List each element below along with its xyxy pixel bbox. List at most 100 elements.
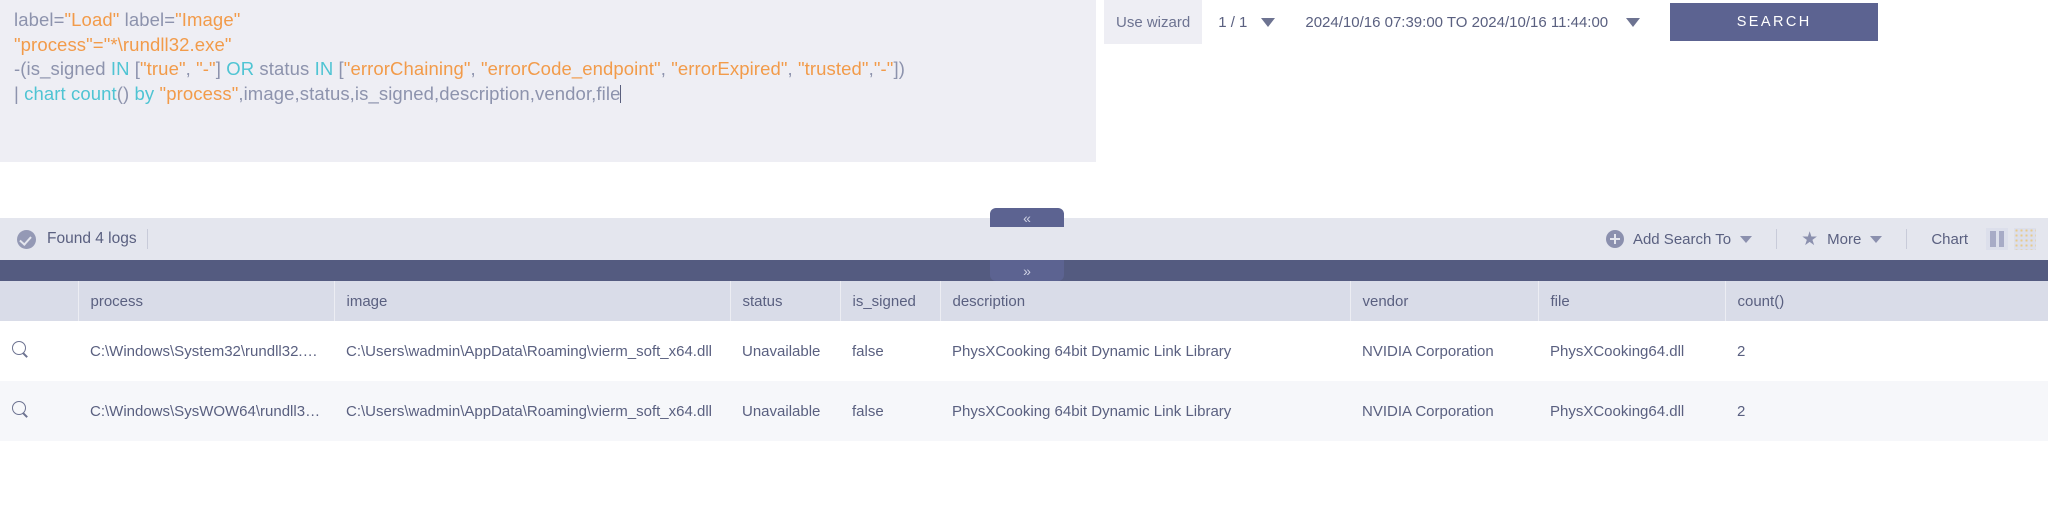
- time-range-selector[interactable]: 2024/10/16 07:39:00 TO 2024/10/16 11:44:…: [1291, 0, 1654, 44]
- row-inspect-cell[interactable]: [0, 321, 78, 381]
- scatter-view-button[interactable]: [2014, 228, 2036, 250]
- query-token: ,image,status,is_signed,description,vend…: [238, 82, 621, 104]
- query-token: "errorChaining": [343, 58, 471, 79]
- collapse-query-panel-button[interactable]: «: [990, 208, 1064, 227]
- query-token: [: [129, 58, 141, 79]
- query-token: [: [333, 58, 344, 79]
- toolbar-divider: [1906, 229, 1908, 249]
- chart-label: Chart: [1931, 230, 1968, 248]
- column-header-vendor[interactable]: vendor: [1350, 281, 1539, 321]
- query-line-3: -(is_signed IN ["true", "-"] OR status I…: [14, 57, 1082, 82]
- query-token: ]: [215, 58, 227, 79]
- cell-status: Unavailable: [730, 321, 840, 381]
- cell-image: C:\Users\wadmin\AppData\Roaming\vierm_so…: [334, 381, 730, 441]
- cell-file: PhysXCooking64.dll: [1538, 321, 1725, 381]
- cell-process: C:\Windows\System32\rundll32.exe: [78, 321, 334, 381]
- query-line-2: "process"="*\rundll32.exe": [14, 33, 1082, 58]
- chevron-down-icon: [1740, 235, 1753, 243]
- query-token: IN: [110, 58, 130, 79]
- results-table-body: C:\Windows\System32\rundll32.exe C:\User…: [0, 321, 2048, 441]
- table-header-row: process image status is_signed descripti…: [0, 281, 2048, 321]
- query-token: "errorExpired": [671, 58, 788, 79]
- table-row[interactable]: C:\Windows\System32\rundll32.exe C:\User…: [0, 321, 2048, 381]
- query-line-1: label="Load" label="Image": [14, 8, 1082, 33]
- results-toolbar-actions: Add Search To ★ More Chart: [1592, 218, 2048, 260]
- column-header-process[interactable]: process: [78, 281, 335, 321]
- cell-is-signed: false: [840, 381, 940, 441]
- cell-is-signed: false: [840, 321, 940, 381]
- query-token: "Load": [64, 9, 120, 30]
- query-token: "trusted": [798, 58, 869, 79]
- column-header-image[interactable]: image: [334, 281, 731, 321]
- cell-image: C:\Users\wadmin\AppData\Roaming\vierm_so…: [334, 321, 730, 381]
- query-token: label=: [119, 9, 176, 30]
- query-editor[interactable]: label="Load" label="Image" "process"="*\…: [0, 0, 1096, 162]
- query-token: |: [14, 82, 25, 104]
- query-token: "true": [140, 58, 186, 79]
- query-line-4: | chart count() by "process",image,statu…: [14, 82, 1082, 107]
- search-button[interactable]: SEARCH: [1670, 3, 1879, 41]
- query-token: (): [116, 82, 135, 104]
- results-status: Found 4 logs: [17, 229, 137, 249]
- query-token: chart count: [24, 82, 117, 104]
- query-token: ,: [185, 58, 197, 79]
- chevron-up-icon: «: [1023, 209, 1031, 226]
- toolbar-divider: [146, 229, 148, 249]
- search-icon[interactable]: [12, 340, 29, 358]
- query-token: OR: [226, 58, 255, 79]
- query-controls: Use wizard 1 / 1 2024/10/16 07:39:00 TO …: [1096, 0, 2048, 44]
- add-search-to-label: Add Search To: [1632, 230, 1732, 248]
- check-circle-icon: [17, 229, 36, 249]
- column-header-status[interactable]: status: [730, 281, 841, 321]
- query-token: "process"=: [14, 33, 104, 55]
- chevron-down-icon: [1261, 17, 1276, 27]
- query-token: "process": [159, 82, 239, 104]
- query-token: ]): [893, 58, 905, 79]
- cell-count: 2: [1725, 321, 2048, 381]
- cell-description: PhysXCooking 64bit Dynamic Link Library: [940, 381, 1350, 441]
- table-row[interactable]: C:\Windows\SysWOW64\rundll32.exe C:\User…: [0, 381, 2048, 441]
- query-token: label=: [14, 9, 65, 30]
- toolbar-divider: [1776, 229, 1778, 249]
- panel-divider-strip: »: [0, 260, 2048, 281]
- search-icon[interactable]: [12, 400, 29, 418]
- column-header-is-signed[interactable]: is_signed: [840, 281, 941, 321]
- column-header-count[interactable]: count(): [1725, 281, 2048, 321]
- add-search-to-button[interactable]: Add Search To: [1592, 230, 1766, 248]
- use-wizard-button[interactable]: Use wizard: [1104, 0, 1203, 44]
- page-selector[interactable]: 1 / 1: [1202, 0, 1291, 44]
- more-button[interactable]: ★ More: [1787, 230, 1896, 249]
- query-section: label="Load" label="Image" "process"="*\…: [0, 0, 2048, 227]
- query-token: IN: [314, 58, 334, 79]
- query-token: by: [134, 82, 155, 104]
- cell-count: 2: [1725, 381, 2048, 441]
- query-token: "Image": [175, 9, 241, 30]
- query-token: "-": [196, 58, 216, 79]
- star-icon: ★: [1801, 228, 1819, 250]
- query-token: status: [254, 58, 315, 79]
- column-header-actions[interactable]: [0, 281, 79, 321]
- chevron-down-icon: [1870, 235, 1883, 243]
- cell-file: PhysXCooking64.dll: [1538, 381, 1725, 441]
- cell-description: PhysXCooking 64bit Dynamic Link Library: [940, 321, 1350, 381]
- results-status-label: Found 4 logs: [47, 230, 137, 247]
- cell-status: Unavailable: [730, 381, 840, 441]
- chevron-down-icon: [1626, 17, 1641, 27]
- row-inspect-cell[interactable]: [0, 381, 78, 441]
- more-label: More: [1827, 230, 1862, 248]
- page-selector-label: 1 / 1: [1218, 13, 1248, 31]
- time-range-label: 2024/10/16 07:39:00 TO 2024/10/16 11:44:…: [1305, 13, 1609, 31]
- text-caret: [620, 84, 622, 103]
- query-token: -(is_signed: [14, 58, 111, 79]
- query-token: ,: [660, 58, 672, 79]
- expand-results-panel-button[interactable]: »: [990, 260, 1064, 281]
- chevron-down-icon: »: [1023, 262, 1031, 279]
- query-token: "-": [873, 58, 894, 79]
- cell-vendor: NVIDIA Corporation: [1350, 321, 1538, 381]
- column-header-description[interactable]: description: [940, 281, 1351, 321]
- column-header-file[interactable]: file: [1538, 281, 1726, 321]
- results-table-head: process image status is_signed descripti…: [0, 281, 2048, 321]
- query-token: ,: [470, 58, 481, 79]
- cell-vendor: NVIDIA Corporation: [1350, 381, 1538, 441]
- bar-chart-view-button[interactable]: [1986, 228, 2008, 250]
